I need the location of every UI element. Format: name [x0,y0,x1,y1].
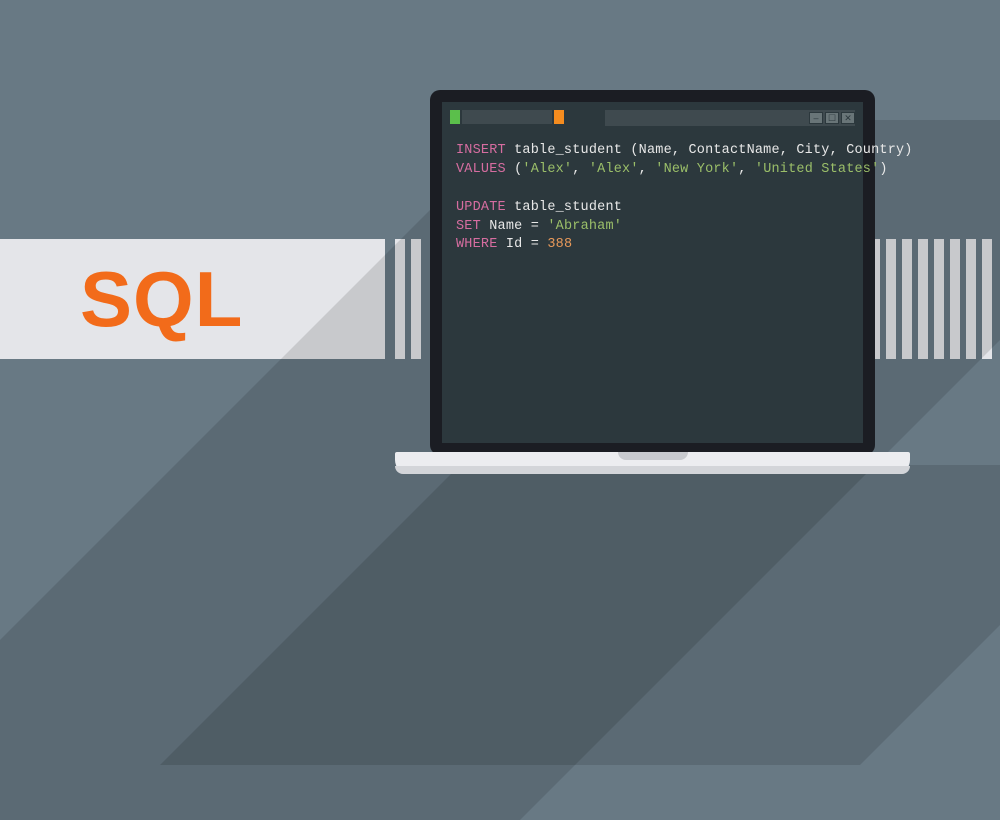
tab-marker [554,110,564,124]
editor-screen: – ☐ ✕ INSERT table_student (Name, Contac… [442,102,863,443]
keyword: SET [456,219,481,234]
toolbar: – ☐ ✕ [605,110,855,126]
string: 'New York' [655,162,738,177]
identifier: Name [489,219,522,234]
keyword: INSERT [456,143,506,158]
keyword: UPDATE [456,200,506,215]
screen-bezel: – ☐ ✕ INSERT table_student (Name, Contac… [430,90,875,455]
tab [462,110,552,124]
string: 'Alex' [589,162,639,177]
identifier: table_student [514,200,622,215]
operator: = [531,219,539,234]
maximize-icon: ☐ [825,112,839,124]
number: 388 [547,237,572,252]
keyword: WHERE [456,237,498,252]
string: 'Abraham' [547,219,622,234]
code-block: INSERT table_student (Name, ContactName,… [456,142,853,255]
identifier: Id [506,237,523,252]
keyword: VALUES [456,162,506,177]
close-icon: ✕ [841,112,855,124]
minimize-icon: – [809,112,823,124]
laptop-base-edge [395,466,910,474]
active-tab-indicator [450,110,460,124]
laptop: – ☐ ✕ INSERT table_student (Name, Contac… [430,90,875,490]
editor-topbar: – ☐ ✕ [450,110,855,126]
laptop-base [395,452,910,474]
sql-heading: SQL [80,254,243,345]
string: 'Alex' [522,162,572,177]
operator: = [531,237,539,252]
string: 'United States' [755,162,880,177]
identifier: table_student [514,143,622,158]
column-list: (Name, ContactName, City, Country) [630,143,912,158]
laptop-notch [618,452,688,460]
